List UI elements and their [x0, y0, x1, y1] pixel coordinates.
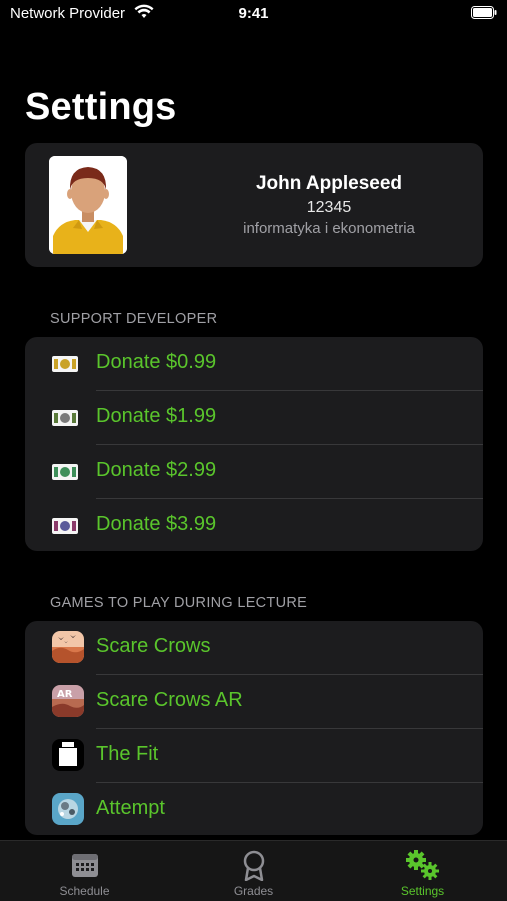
- profile-info: John Appleseed 12345 informatyka i ekono…: [185, 173, 473, 237]
- profile-student-id: 12345: [306, 199, 352, 216]
- donate-row-0[interactable]: Donate $0.99: [25, 337, 483, 391]
- donate-row-1[interactable]: Donate $1.99: [25, 391, 483, 445]
- tab-bar: Schedule Grades Settings: [0, 840, 507, 901]
- svg-text:AR: AR: [57, 689, 73, 700]
- profile-card[interactable]: John Appleseed 12345 informatyka i ekono…: [25, 143, 483, 267]
- banknote-icon: [52, 464, 78, 480]
- game-label: Scare Crows: [96, 635, 211, 657]
- donate-label: Donate $2.99: [96, 459, 217, 481]
- support-list: Donate $0.99 Donate $1.99 Donate $2.99 D…: [25, 337, 483, 551]
- banknote-icon: [52, 410, 78, 426]
- games-section-header: GAMES TO PLAY DURING LECTURE: [50, 595, 308, 611]
- banknote-icon: [52, 356, 78, 372]
- profile-field-of-study: informatyka i ekonometria: [243, 220, 415, 237]
- profile-name: John Appleseed: [255, 173, 403, 194]
- game-row-3[interactable]: Attempt: [25, 783, 483, 835]
- avatar: [49, 156, 127, 254]
- game-row-2[interactable]: The Fit: [25, 729, 483, 783]
- donate-label: Donate $3.99: [96, 513, 217, 535]
- game-row-1[interactable]: AR Scare Crows AR: [25, 675, 483, 729]
- donate-label: Donate $0.99: [96, 351, 217, 373]
- tab-label: Grades: [233, 884, 274, 898]
- scare-crows-app-icon: [52, 631, 84, 663]
- donate-label: Donate $1.99: [96, 405, 217, 427]
- tab-label: Schedule: [59, 884, 110, 898]
- tab-label: Settings: [400, 884, 445, 898]
- games-list: Scare Crows AR Scare Crows AR The Fit At…: [25, 621, 483, 835]
- battery-icon: [471, 6, 497, 19]
- tab-grades[interactable]: Grades: [169, 841, 338, 901]
- game-label: Scare Crows AR: [96, 689, 243, 711]
- calendar-icon: [71, 854, 98, 877]
- page-title: Settings: [25, 86, 177, 128]
- game-label: Attempt: [96, 797, 165, 819]
- gears-icon: [405, 850, 439, 880]
- clock-time: 9:41: [238, 5, 269, 22]
- tab-schedule[interactable]: Schedule: [0, 841, 169, 901]
- attempt-app-icon: [52, 793, 84, 825]
- tab-settings[interactable]: Settings: [338, 841, 507, 901]
- status-bar: Network Provider 9:41: [0, 0, 507, 30]
- donate-row-2[interactable]: Donate $2.99: [25, 445, 483, 499]
- donate-row-3[interactable]: Donate $3.99: [25, 499, 483, 551]
- banknote-icon: [52, 518, 78, 534]
- person-avatar-icon: [49, 156, 127, 254]
- award-ribbon-icon: [243, 850, 264, 881]
- game-row-0[interactable]: Scare Crows: [25, 621, 483, 675]
- scare-crows-ar-app-icon: AR: [52, 685, 84, 717]
- the-fit-app-icon: [52, 739, 84, 771]
- support-section-header: SUPPORT DEVELOPER: [50, 311, 218, 327]
- game-label: The Fit: [96, 743, 159, 765]
